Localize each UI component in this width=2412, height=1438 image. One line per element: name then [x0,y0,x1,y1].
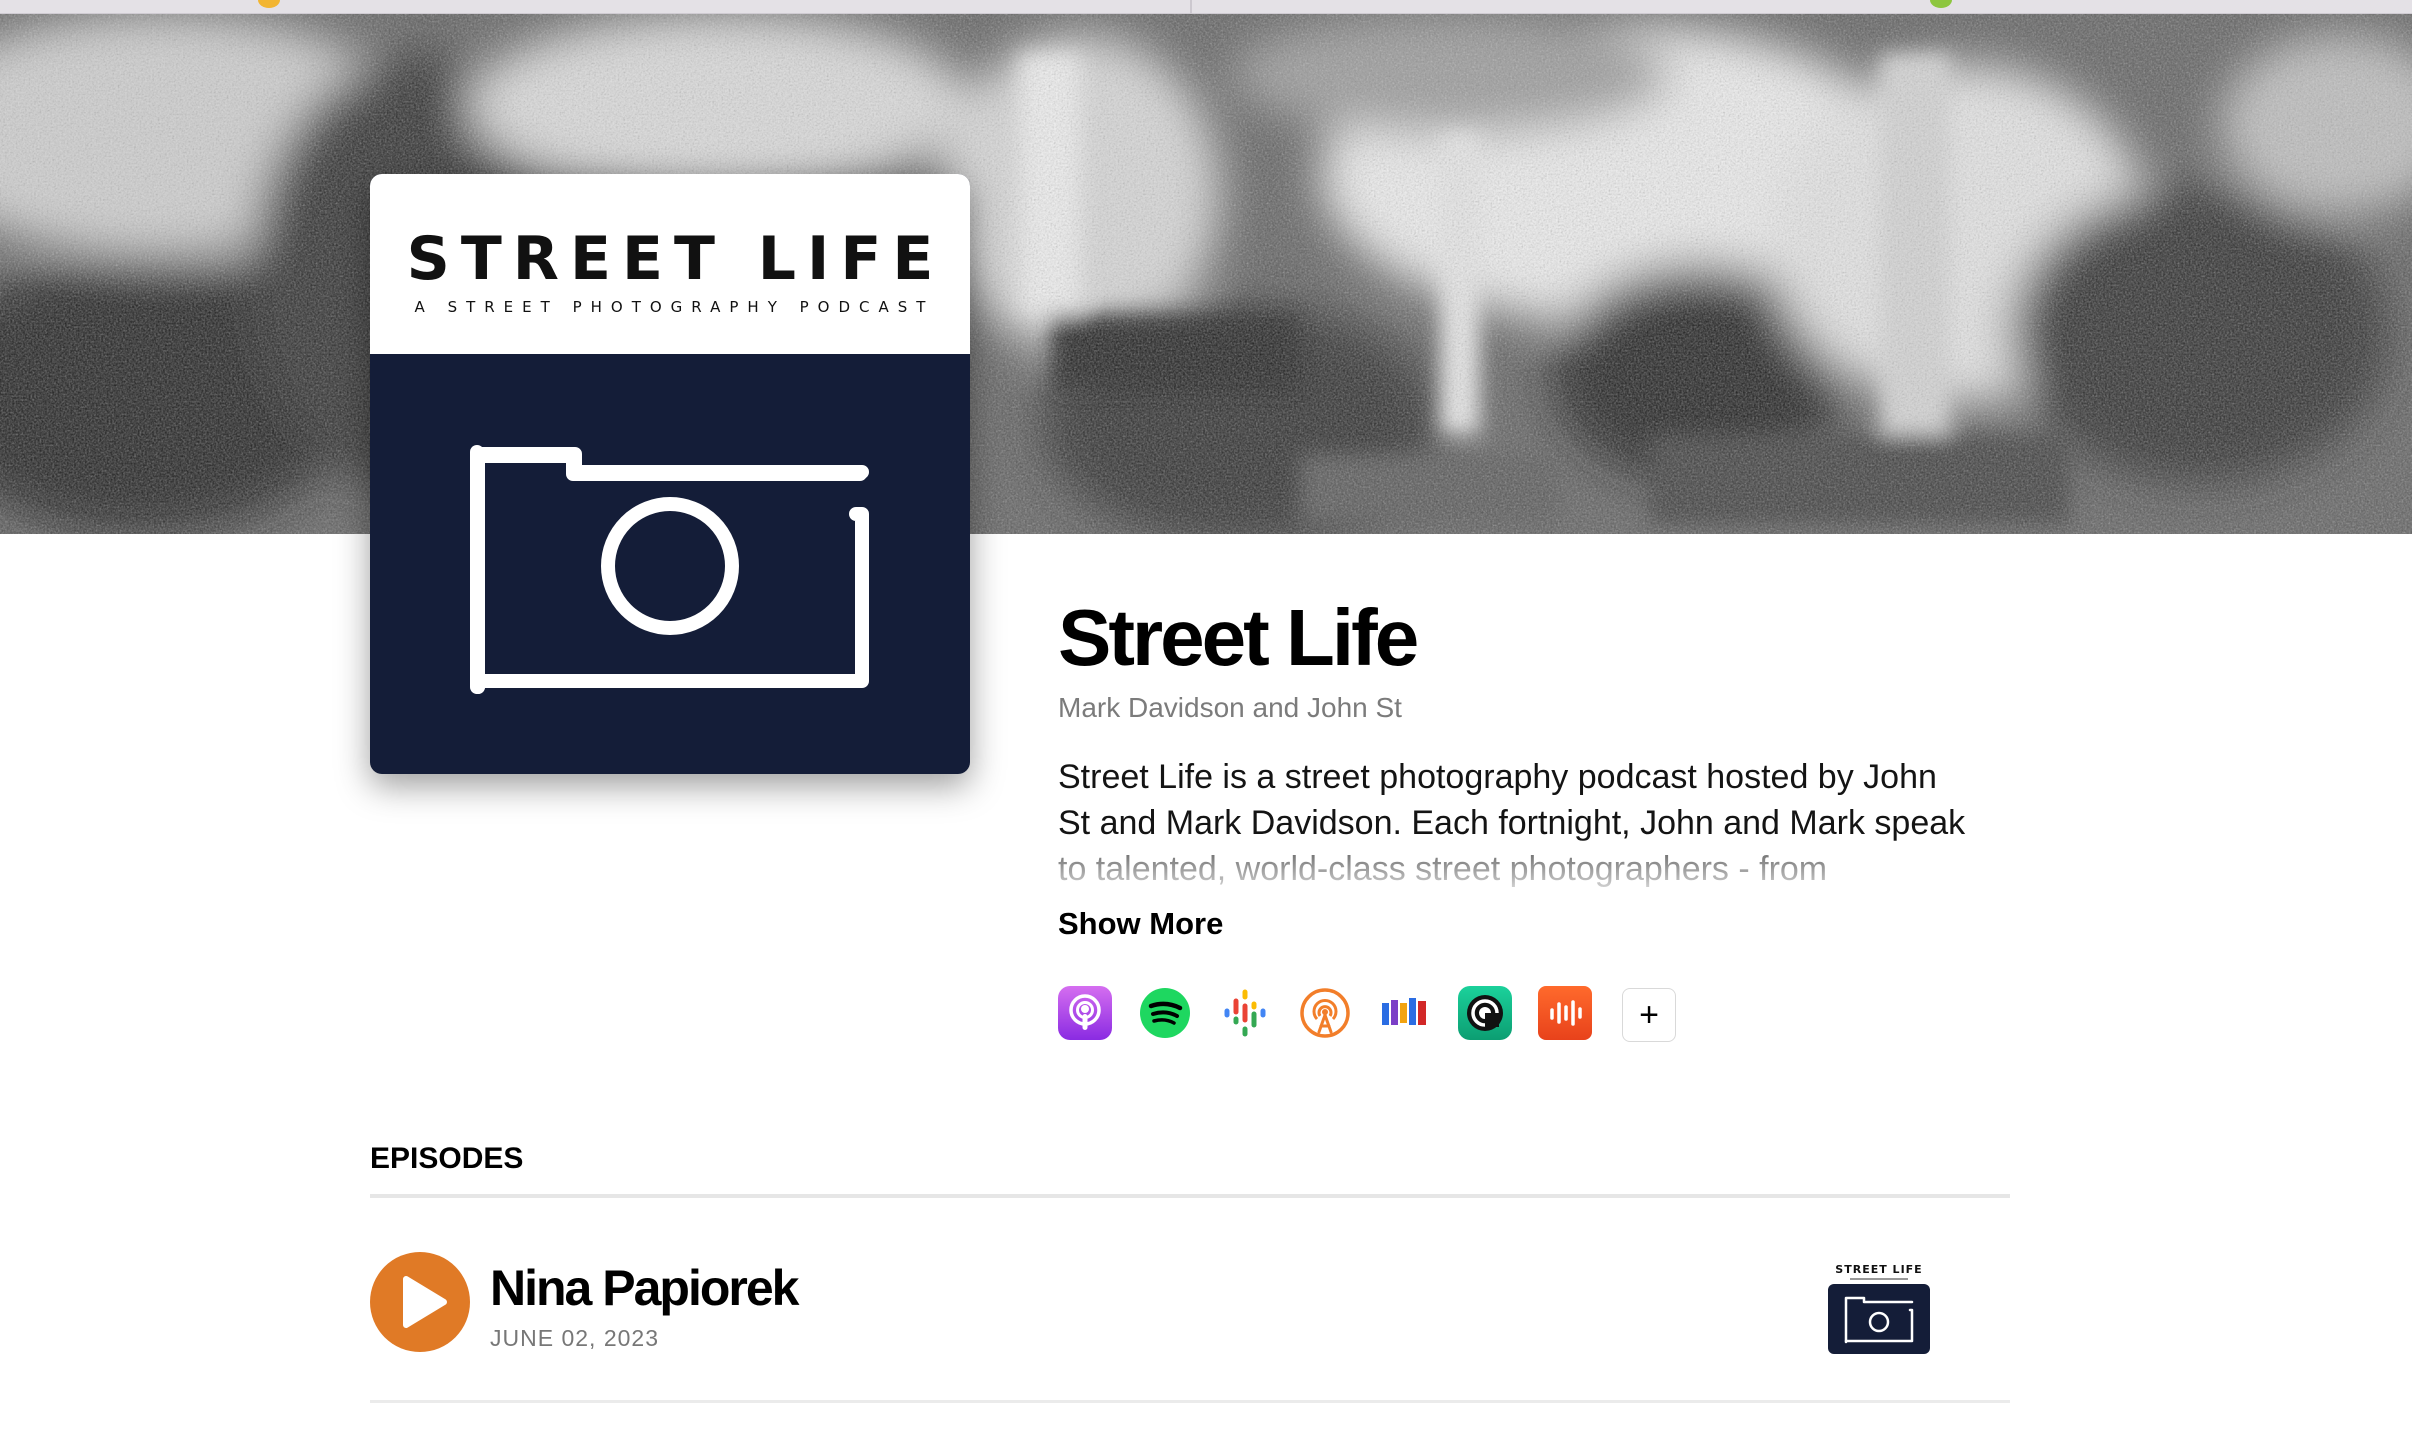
cover-title: STREET LIFE [406,224,945,294]
thumbnail-title: STREET LIFE [1835,1263,1923,1276]
play-icon [403,1276,447,1328]
pocket-casts-icon[interactable] [1458,986,1512,1040]
camera-icon [370,354,970,774]
castbox-icon[interactable] [1538,986,1592,1040]
episode-thumbnail: STREET LIFE [1828,1258,1930,1354]
spotify-icon[interactable] [1138,986,1192,1040]
apple-podcasts-icon[interactable] [1058,986,1112,1040]
overcast-icon[interactable] [1298,986,1352,1040]
google-podcasts-icon[interactable] [1218,986,1272,1040]
description-fade [1058,840,1978,892]
tab-favicon [258,0,280,8]
tab-favicon [1930,0,1952,8]
play-button[interactable] [370,1252,470,1352]
episodes-heading: EPISODES [370,1142,524,1175]
browser-tab-strip [0,0,2412,14]
podcast-index-icon[interactable] [1378,986,1432,1040]
thumbnail-camera-icon [1828,1284,1930,1354]
show-more-button[interactable]: Show More [1058,904,1223,944]
tab-divider [1190,0,1192,14]
episodes-divider [370,1194,2010,1198]
episode-divider [370,1400,2010,1403]
episode-title[interactable]: Nina Papiorek [490,1258,799,1318]
thumbnail-subtitle-line [1850,1278,1908,1280]
podcast-authors: Mark Davidson and John St [1058,692,1402,723]
episode-date: JUNE 02, 2023 [490,1325,659,1351]
more-platforms-button[interactable]: + [1622,988,1676,1042]
subscribe-platforms: + [1058,986,1676,1042]
episode-row[interactable]: Nina Papiorek JUNE 02, 2023 STREET LIFE [370,1252,2010,1354]
cover-subtitle: A STREET PHOTOGRAPHY PODCAST [414,298,935,316]
hero-banner-image [0,14,2412,534]
podcast-title: Street Life [1058,593,1419,682]
cover-header: STREET LIFE A STREET PHOTOGRAPHY PODCAST [370,174,970,354]
podcast-cover-art: STREET LIFE A STREET PHOTOGRAPHY PODCAST [370,174,970,774]
